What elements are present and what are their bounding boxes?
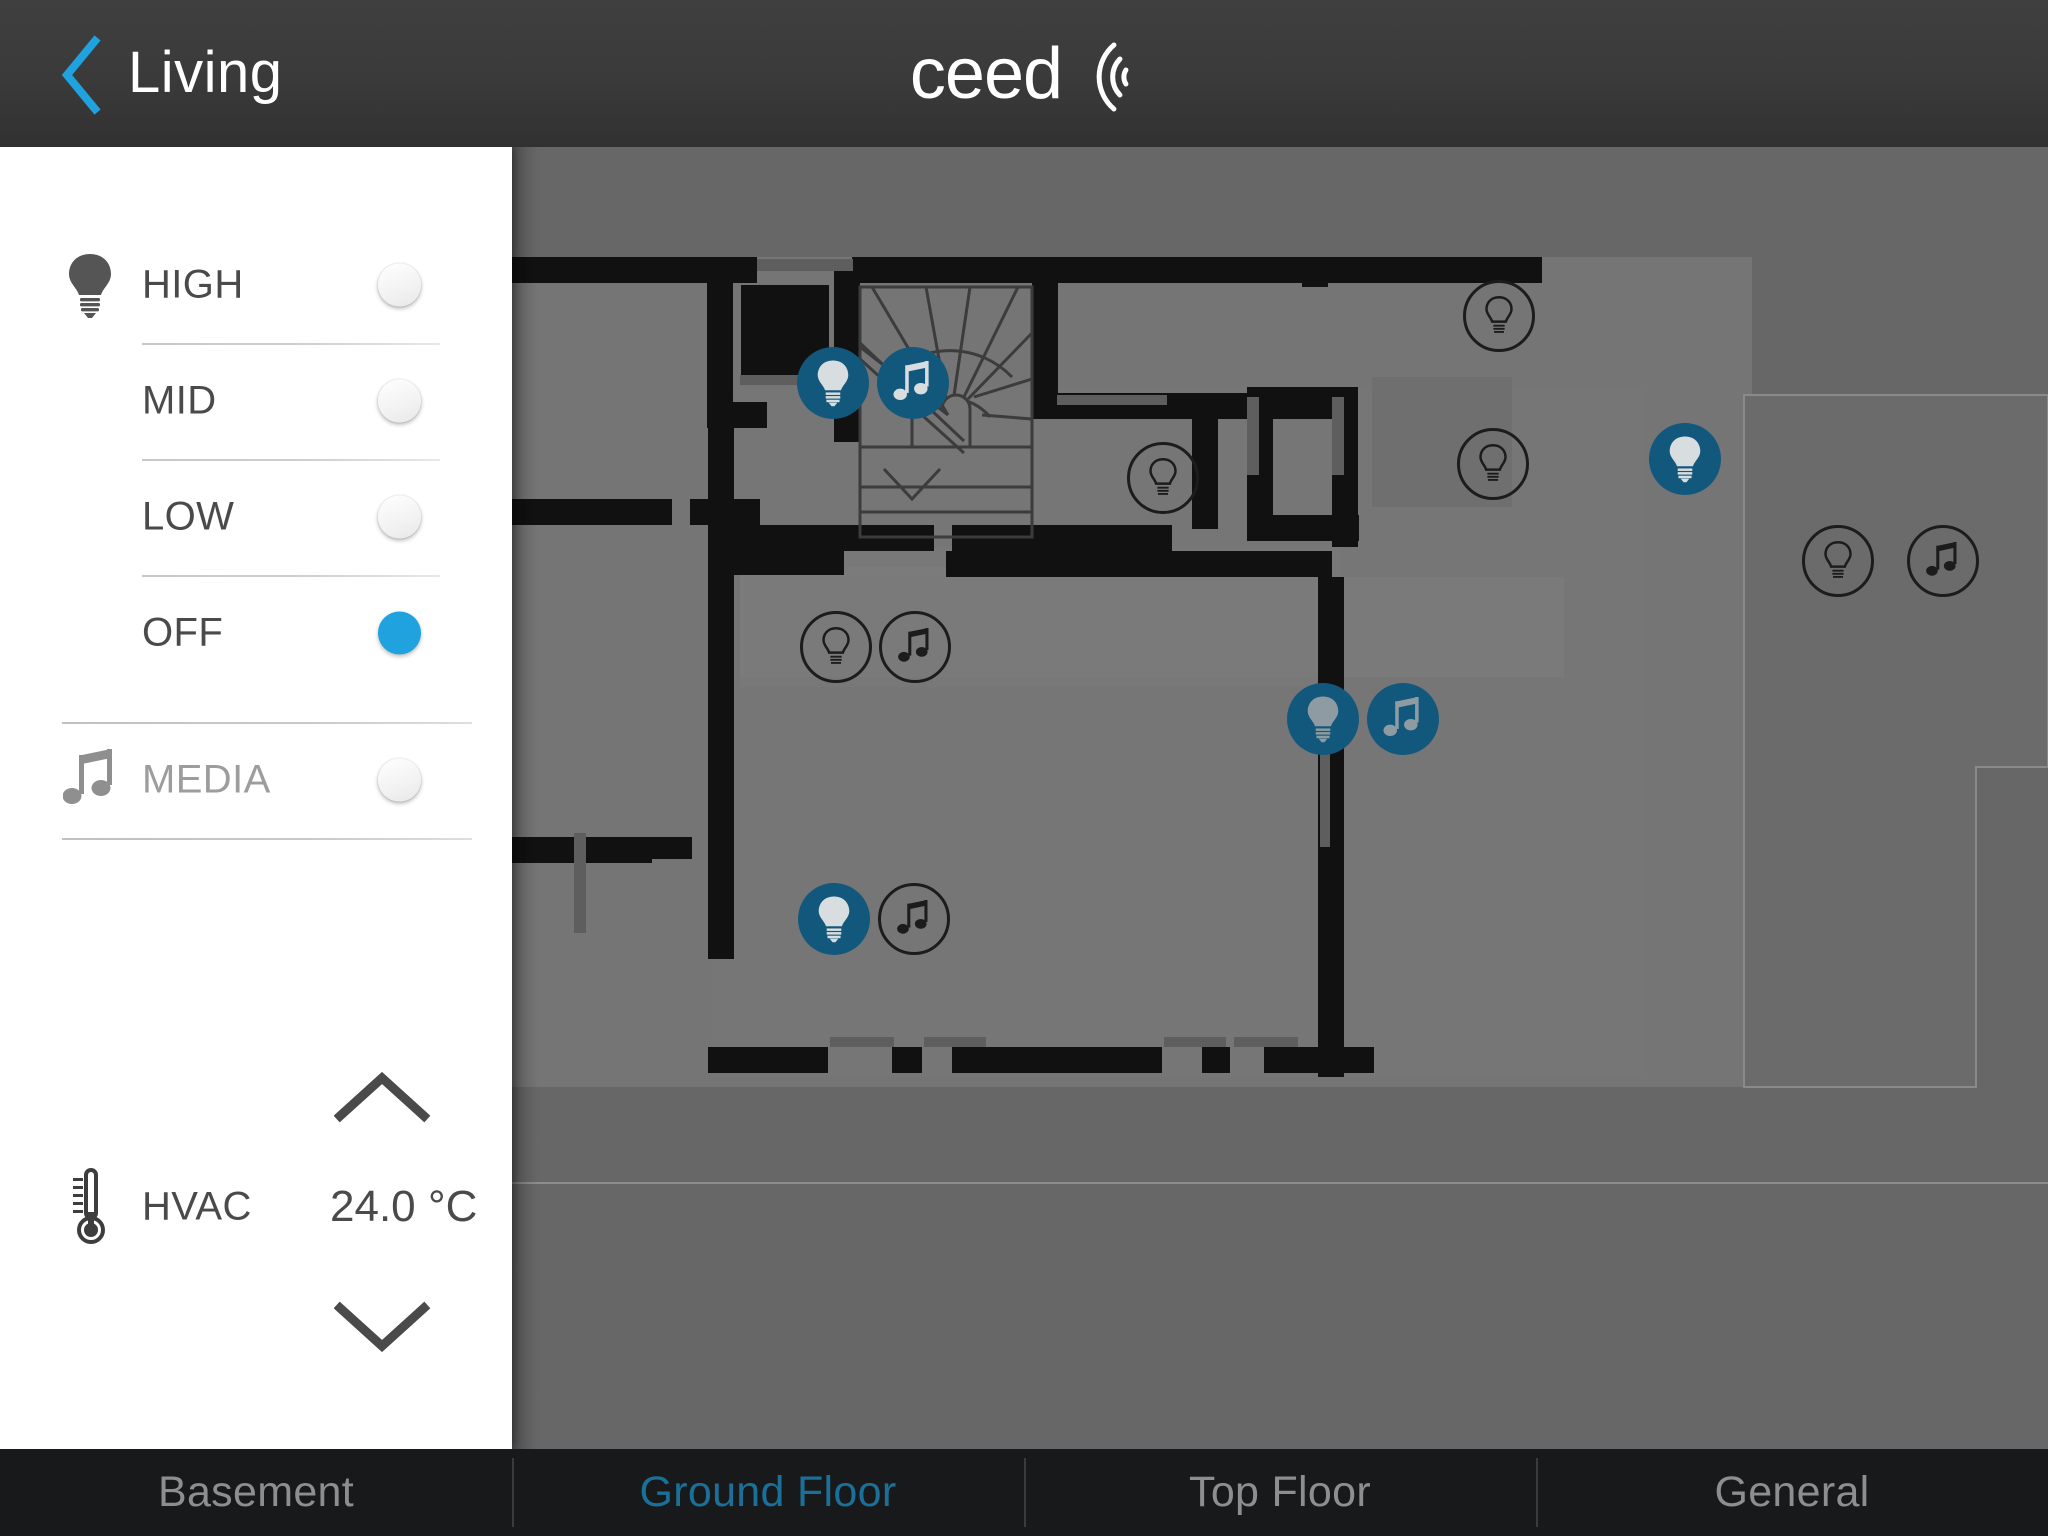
hvac-row: HVAC 24.0 °C: [0, 1037, 512, 1377]
media-label: MEDIA: [142, 757, 271, 802]
lightbulb-icon: [1824, 540, 1852, 578]
music-note-icon: [58, 744, 122, 816]
page-title: Living: [128, 40, 283, 105]
top-bar: Living ceed: [0, 0, 2048, 147]
music-note-icon: [898, 628, 929, 662]
music-note-icon: [897, 900, 928, 934]
lightbulb-icon: [1669, 436, 1701, 483]
music-note-icon: [893, 361, 929, 401]
music-note-icon: [1926, 542, 1957, 576]
hvac-label: HVAC: [142, 1184, 252, 1229]
light-level-low-label: LOW: [142, 494, 235, 539]
device-light-right-closet[interactable]: [1649, 423, 1721, 495]
floor-tab-bar: Basement Ground Floor Top Floor General: [0, 1449, 2048, 1536]
device-light-upper-hall-left[interactable]: [1127, 442, 1199, 514]
light-level-low-row[interactable]: LOW: [0, 459, 512, 575]
media-row[interactable]: MEDIA: [0, 722, 512, 838]
device-light-lower-left-room[interactable]: [798, 883, 870, 955]
light-level-mid-row[interactable]: MID: [0, 343, 512, 459]
chevron-down-icon: [334, 1301, 430, 1353]
device-media-mid-left-room[interactable]: [879, 611, 951, 683]
brand-logo: ceed: [910, 28, 1138, 120]
device-light-terrace[interactable]: [1802, 525, 1874, 597]
device-light-mid-left-room[interactable]: [800, 611, 872, 683]
control-sidebar: HIGH MID LOW OFF MEDIA HVAC 24.0 °C: [0, 147, 512, 1449]
lightbulb-icon: [1307, 696, 1339, 743]
lightbulb-icon: [822, 626, 850, 664]
thermometer-icon: [58, 1167, 122, 1247]
light-level-mid-label: MID: [142, 378, 217, 423]
lightbulb-icon: [1485, 295, 1513, 333]
light-level-off-row[interactable]: OFF: [0, 575, 512, 691]
device-light-upper-right-room[interactable]: [1463, 280, 1535, 352]
lightbulb-icon: [58, 249, 122, 321]
device-media-terrace[interactable]: [1907, 525, 1979, 597]
lightbulb-icon: [818, 896, 850, 943]
light-level-high-row[interactable]: HIGH: [0, 227, 512, 343]
device-light-upper-hall-right[interactable]: [1457, 428, 1529, 500]
back-button[interactable]: [38, 32, 124, 118]
light-level-high-label: HIGH: [142, 262, 244, 307]
signal-waves-icon: [1096, 42, 1129, 112]
device-media-lower-left-room[interactable]: [878, 883, 950, 955]
app-root: Living ceed HIGH MID LOW OFF MEDIA HVAC …: [0, 0, 2048, 1536]
chevron-up-icon: [334, 1071, 430, 1123]
hvac-temperature-unit: °C: [428, 1182, 478, 1231]
floorplan-drawing: [512, 257, 2048, 1184]
light-level-off-radio[interactable]: [378, 611, 421, 655]
floor-slabs: [512, 257, 1752, 1087]
hvac-temperature-value: 24.0: [330, 1182, 416, 1231]
device-light-living-room[interactable]: [1287, 683, 1359, 755]
device-media-living-room[interactable]: [1367, 683, 1439, 755]
tab-top-floor[interactable]: Top Floor: [1024, 1449, 1536, 1536]
lightbulb-icon: [1479, 443, 1507, 481]
music-note-icon: [1383, 697, 1419, 737]
device-light-top-left-room[interactable]: [797, 347, 869, 419]
hvac-decrease-button[interactable]: [312, 1287, 452, 1367]
chevron-left-icon: [61, 35, 101, 115]
floorplan-canvas[interactable]: [512, 147, 2048, 1449]
hvac-increase-button[interactable]: [312, 1057, 452, 1137]
terrace-outline: [1743, 394, 2048, 1088]
light-level-low-radio[interactable]: [378, 495, 421, 539]
divider: [62, 838, 472, 840]
media-radio[interactable]: [378, 758, 421, 802]
light-level-mid-radio[interactable]: [378, 379, 421, 423]
light-level-off-label: OFF: [142, 610, 224, 655]
light-level-high-radio[interactable]: [378, 263, 421, 307]
tab-general[interactable]: General: [1536, 1449, 2048, 1536]
tab-basement[interactable]: Basement: [0, 1449, 512, 1536]
device-media-top-left-room[interactable]: [877, 347, 949, 419]
lightbulb-icon: [1149, 457, 1177, 495]
lightbulb-icon: [817, 360, 849, 407]
brand-name: ceed: [909, 34, 1063, 114]
tab-ground-floor[interactable]: Ground Floor: [512, 1449, 1024, 1536]
